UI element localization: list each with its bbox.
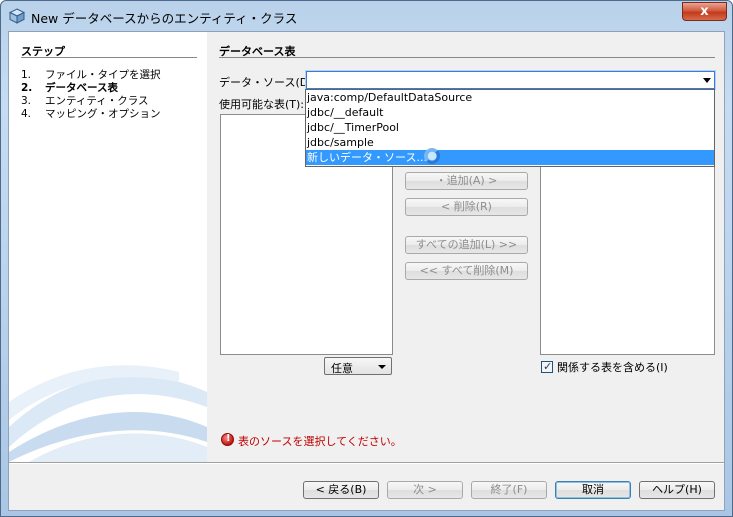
next-button[interactable]: 次 >: [387, 481, 463, 499]
datasource-dropdown-list[interactable]: java:comp/DefaultDataSource jdbc/__defau…: [305, 89, 715, 167]
steps-list: 1. ファイル・タイプを選択 2. データベース表 3. エンティティ・クラス 4. マ…: [21, 69, 161, 121]
section-divider: [219, 57, 715, 58]
step-item-current: 2. データベース表: [21, 82, 118, 94]
step-item: 4. マッピング・オプション: [21, 108, 161, 120]
title-bar[interactable]: New データベースからのエンティティ・クラス x: [1, 1, 732, 31]
include-related-checkbox[interactable]: ✓: [541, 360, 553, 373]
window-title: New データベースからのエンティティ・クラス: [31, 11, 298, 26]
cancel-button[interactable]: 取消: [555, 481, 631, 499]
steps-divider: [21, 57, 197, 58]
finish-button[interactable]: 終了(F): [471, 481, 547, 499]
back-button[interactable]: < 戻る(B): [303, 481, 379, 499]
steps-panel: ステップ 1. ファイル・タイプを選択 2. データベース表 3. エンティティ・クラ…: [9, 32, 207, 462]
close-icon: x: [700, 4, 709, 19]
dropdown-option[interactable]: jdbc/__TimerPool: [306, 120, 714, 135]
datasource-combo[interactable]: [306, 71, 715, 89]
available-tables-label: 使用可能な表(T):: [219, 98, 305, 111]
close-button[interactable]: x: [682, 2, 727, 21]
error-icon: !: [221, 433, 234, 446]
dropdown-option[interactable]: java:comp/DefaultDataSource: [306, 90, 714, 105]
filter-combo[interactable]: 任意: [324, 357, 392, 375]
dropdown-option[interactable]: jdbc/sample: [306, 135, 714, 150]
dropdown-arrow-icon[interactable]: [703, 78, 711, 83]
filter-combo-value: 任意: [331, 362, 353, 375]
step-item: 3. エンティティ・クラス: [21, 95, 149, 107]
remove-all-button[interactable]: << すべて削除(M): [405, 262, 528, 280]
step-item: 1. ファイル・タイプを選択: [21, 69, 161, 81]
wizard-window: New データベースからのエンティティ・クラス x ステップ 1. ファイル・タイ…: [0, 0, 733, 517]
include-related-label[interactable]: 関係する表を含める(I): [557, 359, 668, 375]
datasource-label: データ・ソース(D):: [219, 76, 317, 89]
add-all-button[interactable]: すべての追加(L) >>: [405, 236, 528, 254]
dropdown-option[interactable]: jdbc/__default: [306, 105, 714, 120]
dropdown-option-selected[interactable]: 新しいデータ・ソース...: [306, 150, 714, 165]
decorative-swoosh: [9, 365, 207, 462]
footer-divider: [9, 462, 724, 464]
add-button[interactable]: ・追加(A) >: [405, 172, 528, 190]
app-cube-icon: [9, 8, 25, 24]
help-button[interactable]: ヘルプ(H): [639, 481, 715, 499]
checkmark-icon: ✓: [543, 360, 553, 373]
error-message: 表のソースを選択してください。: [238, 435, 402, 448]
busy-spinner-icon: [424, 148, 440, 164]
dropdown-arrow-icon[interactable]: [378, 365, 386, 369]
remove-button[interactable]: < 削除(R): [405, 198, 528, 216]
